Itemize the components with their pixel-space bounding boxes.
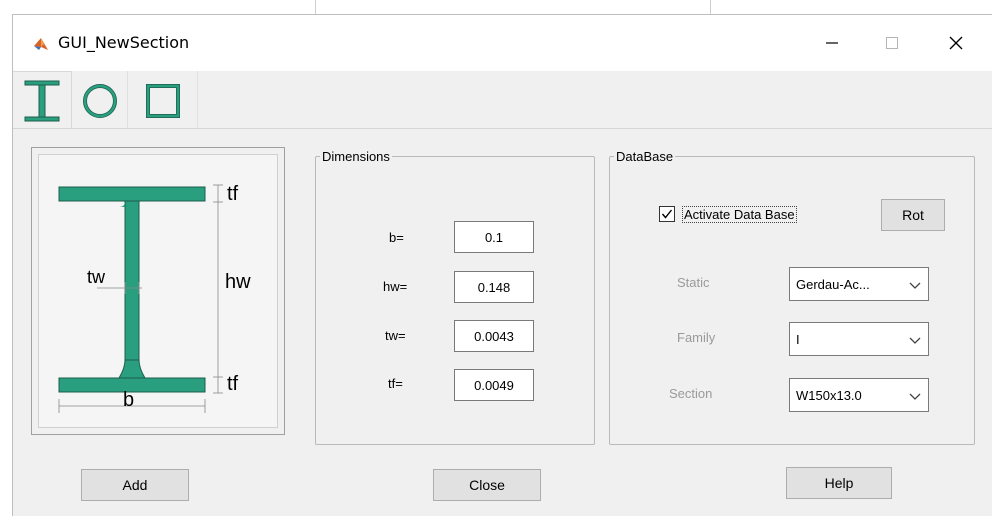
section-type-tabs [13,71,992,129]
minimize-icon [826,42,838,44]
static-label: Static [677,275,710,290]
close-window-button[interactable] [933,25,979,61]
activate-database-label[interactable]: Activate Data Base [682,206,797,223]
database-legend: DataBase [616,149,674,164]
section-preview: tf hw tw tf b [31,147,285,435]
b-label: b [123,389,135,411]
i-beam-icon [24,80,60,122]
background-divider [710,0,711,14]
close-icon [949,36,963,50]
b-field-label: b= [389,230,404,245]
tw-field-label: tw= [385,328,406,343]
tf-field-label: tf= [388,376,403,391]
gui-newsection-window: GUI_NewSection tf hw tw tf b Dimensions … [12,14,992,516]
matlab-icon [34,38,48,50]
static-value: Gerdau-Ac... [796,277,870,292]
minimize-button[interactable] [809,25,855,61]
b-input[interactable]: 0.1 [454,221,534,253]
section-dropdown[interactable]: W150x13.0 [789,378,929,412]
chevron-down-icon [909,337,921,344]
section-value: W150x13.0 [796,388,862,403]
background-divider [315,0,316,14]
tab-i-section[interactable] [13,71,72,129]
tab-rectangle-section[interactable] [128,71,198,129]
static-dropdown[interactable]: Gerdau-Ac... [789,267,929,301]
activate-database-checkbox[interactable] [659,206,675,222]
chevron-down-icon [909,393,921,400]
section-label: Section [669,386,713,401]
checkmark-icon [661,209,673,219]
hw-label: hw [225,271,251,293]
hw-field-label: hw= [383,279,408,294]
family-dropdown[interactable]: I [789,322,929,356]
window-title: GUI_NewSection [58,33,190,52]
hw-input[interactable]: 0.148 [454,271,534,303]
tf-bottom-label: tf [227,373,239,395]
tf-top-label: tf [227,183,239,205]
tw-input[interactable]: 0.0043 [454,320,534,352]
dimensions-legend: Dimensions [322,149,390,164]
square-icon [146,84,180,118]
title-bar: GUI_NewSection [13,15,992,71]
rot-button[interactable]: Rot [881,199,945,231]
tab-content-panel: tf hw tw tf b Dimensions b= 0.1 hw= 0.14… [13,128,992,518]
add-button[interactable]: Add [81,469,189,501]
close-button[interactable]: Close [433,469,541,501]
chevron-down-icon [909,282,921,289]
tab-circle-section[interactable] [72,71,128,129]
section-preview-canvas: tf hw tw tf b [38,154,278,428]
family-label: Family [677,330,716,345]
circle-icon [83,84,117,118]
tw-label: tw [87,267,105,287]
maximize-button[interactable] [869,25,915,61]
maximize-icon [886,37,898,49]
family-value: I [796,332,800,347]
help-button[interactable]: Help [786,467,892,499]
tf-input[interactable]: 0.0049 [454,369,534,401]
